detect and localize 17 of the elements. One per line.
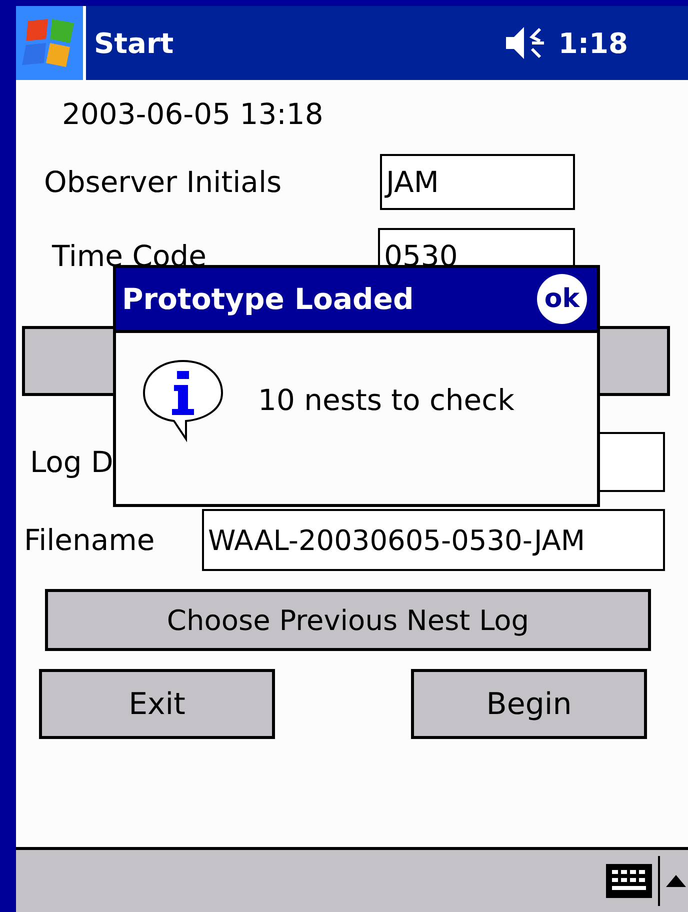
begin-button[interactable]: Begin — [411, 669, 647, 739]
start-button[interactable] — [16, 6, 86, 80]
log-label: Log D — [30, 445, 114, 479]
date-time: 2003-06-05 13:18 — [62, 96, 324, 133]
dialog-message: 10 nests to check — [258, 383, 514, 417]
ok-button[interactable]: ok — [537, 274, 587, 324]
up-arrow-icon[interactable] — [666, 875, 686, 887]
exit-button[interactable]: Exit — [39, 669, 275, 739]
initials-field[interactable]: JAM — [380, 154, 575, 210]
filename-field[interactable]: WAAL-20030605-0530-JAM — [202, 509, 665, 571]
keyboard-icon[interactable] — [606, 864, 652, 898]
start-title: Start — [94, 26, 175, 60]
observer-initials-label: Observer Initials — [44, 165, 283, 199]
clock-time[interactable]: 1:18 — [558, 26, 628, 60]
choose-previous-nest-log-button[interactable]: Choose Previous Nest Log — [45, 589, 651, 651]
filename-label: Filename — [24, 523, 156, 557]
dialog-title: Prototype Loaded — [122, 282, 414, 316]
